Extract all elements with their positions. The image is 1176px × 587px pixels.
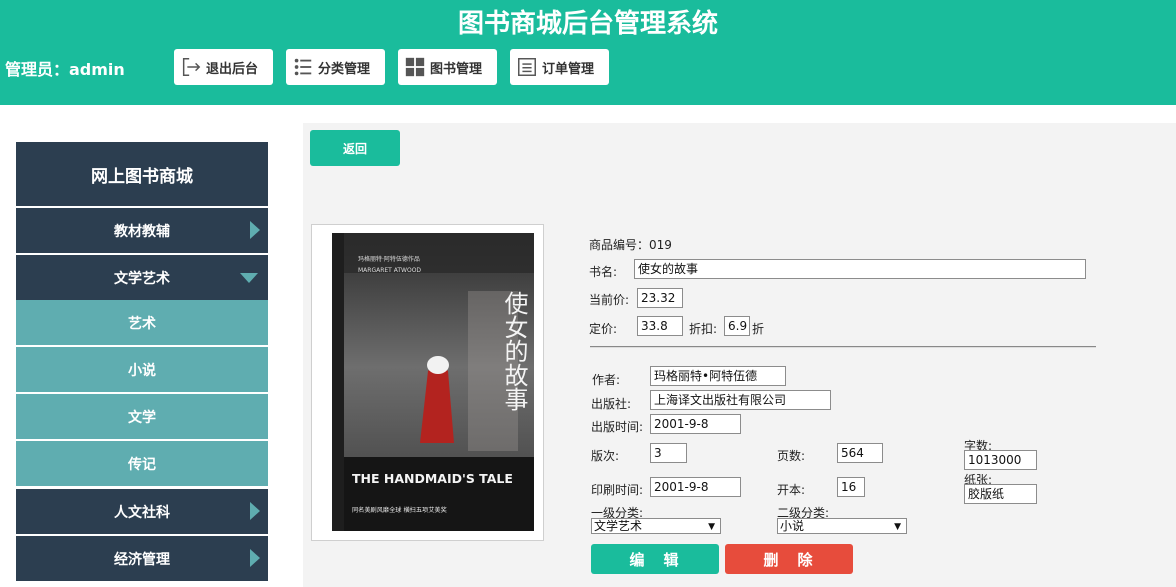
current-price-label: 当前价: (589, 293, 630, 307)
sidebar-item-label: 小说 (128, 362, 156, 379)
book-name-field[interactable]: 使女的故事 (634, 259, 1086, 279)
section-divider (590, 346, 1096, 348)
edition-label: 版次: (591, 449, 620, 463)
document-icon (518, 58, 536, 76)
order-management-label: 订单管理 (542, 61, 595, 77)
paper-field[interactable]: 胶版纸 (964, 484, 1037, 504)
edition-field[interactable]: 3 (650, 443, 687, 463)
current-price-field[interactable]: 23.32 (637, 288, 683, 308)
book-detail-panel: 返回 玛格丽特·阿特伍德作品 MARGARET ATWOOD 使女的故事 THE… (303, 123, 1176, 587)
sidebar-item-label: 文学 (128, 409, 156, 426)
cover-title-cn: 使女的故事 (500, 291, 528, 411)
print-date-label: 印刷时间: (591, 483, 644, 497)
book-management-label: 图书管理 (430, 61, 483, 77)
pages-label: 页数: (777, 449, 806, 463)
chevron-down-icon (240, 273, 258, 283)
dropdown-arrow-icon: ▼ (708, 522, 715, 532)
category-2-select[interactable]: 小说 ▼ (777, 518, 907, 534)
publisher-field[interactable]: 上海译文出版社有限公司 (650, 390, 831, 410)
sidebar-title: 网上图书商城 (16, 142, 268, 206)
dropdown-arrow-icon: ▼ (894, 522, 901, 532)
sidebar-item-label: 艺术 (128, 315, 156, 332)
publisher-label: 出版社: (591, 397, 632, 411)
sidebar-item-economics[interactable]: 经济管理 (16, 536, 268, 581)
sidebar-item-literature-art[interactable]: 文学艺术 (16, 255, 268, 300)
pages-field[interactable]: 564 (837, 443, 883, 463)
category-1-select[interactable]: 文学艺术 ▼ (591, 518, 721, 534)
sidebar-subitem-art[interactable]: 艺术 (16, 300, 268, 345)
category-1-value: 文学艺术 (594, 519, 643, 533)
product-id: 商品编号：019 (589, 238, 672, 252)
discount-unit: 折 (752, 322, 765, 336)
discount-field[interactable]: 6.9 (724, 316, 750, 336)
book-name-label: 书名: (589, 265, 618, 279)
category-management-button[interactable]: 分类管理 (286, 49, 385, 85)
author-field[interactable]: 玛格丽特•阿特伍德 (650, 366, 786, 386)
system-title: 图书商城后台管理系统 (457, 9, 718, 39)
sidebar-item-label: 教材教辅 (114, 223, 170, 240)
category-2-value: 小说 (780, 519, 805, 533)
pub-date-field[interactable]: 2001-9-8 (650, 414, 741, 434)
chevron-right-icon (250, 502, 260, 520)
admin-label: 管理员：admin (5, 60, 125, 79)
book-management-button[interactable]: 图书管理 (398, 49, 497, 85)
category-management-label: 分类管理 (318, 61, 371, 77)
sidebar-subitem-literature[interactable]: 文学 (16, 394, 268, 439)
book-cover-frame: 玛格丽特·阿特伍德作品 MARGARET ATWOOD 使女的故事 THE HA… (311, 224, 544, 541)
list-price-field[interactable]: 33.8 (637, 316, 683, 336)
sidebar-item-label: 人文社科 (114, 504, 170, 521)
top-header: 图书商城后台管理系统 管理员：admin 退出后台 分类管理 图书管理 订单管理 (0, 0, 1176, 105)
list-price-label: 定价: (589, 322, 618, 336)
words-field[interactable]: 1013000 (964, 450, 1037, 470)
cover-title-en: THE HANDMAID'S TALE (352, 471, 513, 486)
order-management-button[interactable]: 订单管理 (510, 49, 609, 85)
back-button[interactable]: 返回 (310, 130, 400, 166)
sidebar-subitem-novel[interactable]: 小说 (16, 347, 268, 392)
cover-top-text: 玛格丽特·阿特伍德作品 (358, 255, 420, 263)
sidebar-item-label: 经济管理 (114, 551, 170, 568)
cover-author-en: MARGARET ATWOOD (358, 267, 421, 274)
cover-tag: 同名美剧风靡全球 横扫五项艾美奖 (352, 506, 447, 514)
sidebar-item-textbooks[interactable]: 教材教辅 (16, 208, 268, 253)
print-date-field[interactable]: 2001-9-8 (650, 477, 741, 497)
edit-button[interactable]: 编 辑 (591, 544, 719, 574)
list-icon (294, 58, 312, 76)
format-label: 开本: (777, 483, 806, 497)
pub-date-label: 出版时间: (591, 420, 644, 434)
book-cover-image: 玛格丽特·阿特伍德作品 MARGARET ATWOOD 使女的故事 THE HA… (318, 231, 537, 534)
sidebar-item-label: 文学艺术 (114, 270, 170, 287)
chevron-right-icon (250, 221, 260, 239)
logout-icon (182, 58, 201, 76)
sidebar-item-label: 传记 (128, 456, 156, 473)
logout-label: 退出后台 (206, 61, 259, 77)
sidebar-subitem-biography[interactable]: 传记 (16, 441, 268, 486)
chevron-right-icon (250, 549, 260, 567)
sidebar-item-humanities[interactable]: 人文社科 (16, 489, 268, 534)
logout-button[interactable]: 退出后台 (174, 49, 273, 85)
author-label: 作者: (592, 373, 621, 387)
grid-icon (405, 57, 425, 77)
sidebar: 网上图书商城 教材教辅 文学艺术 艺术 小说 文学 传记 人文社科 经济管理 (16, 142, 268, 587)
delete-button[interactable]: 删 除 (725, 544, 853, 574)
discount-label: 折扣: (689, 322, 718, 336)
format-field[interactable]: 16 (837, 477, 865, 497)
